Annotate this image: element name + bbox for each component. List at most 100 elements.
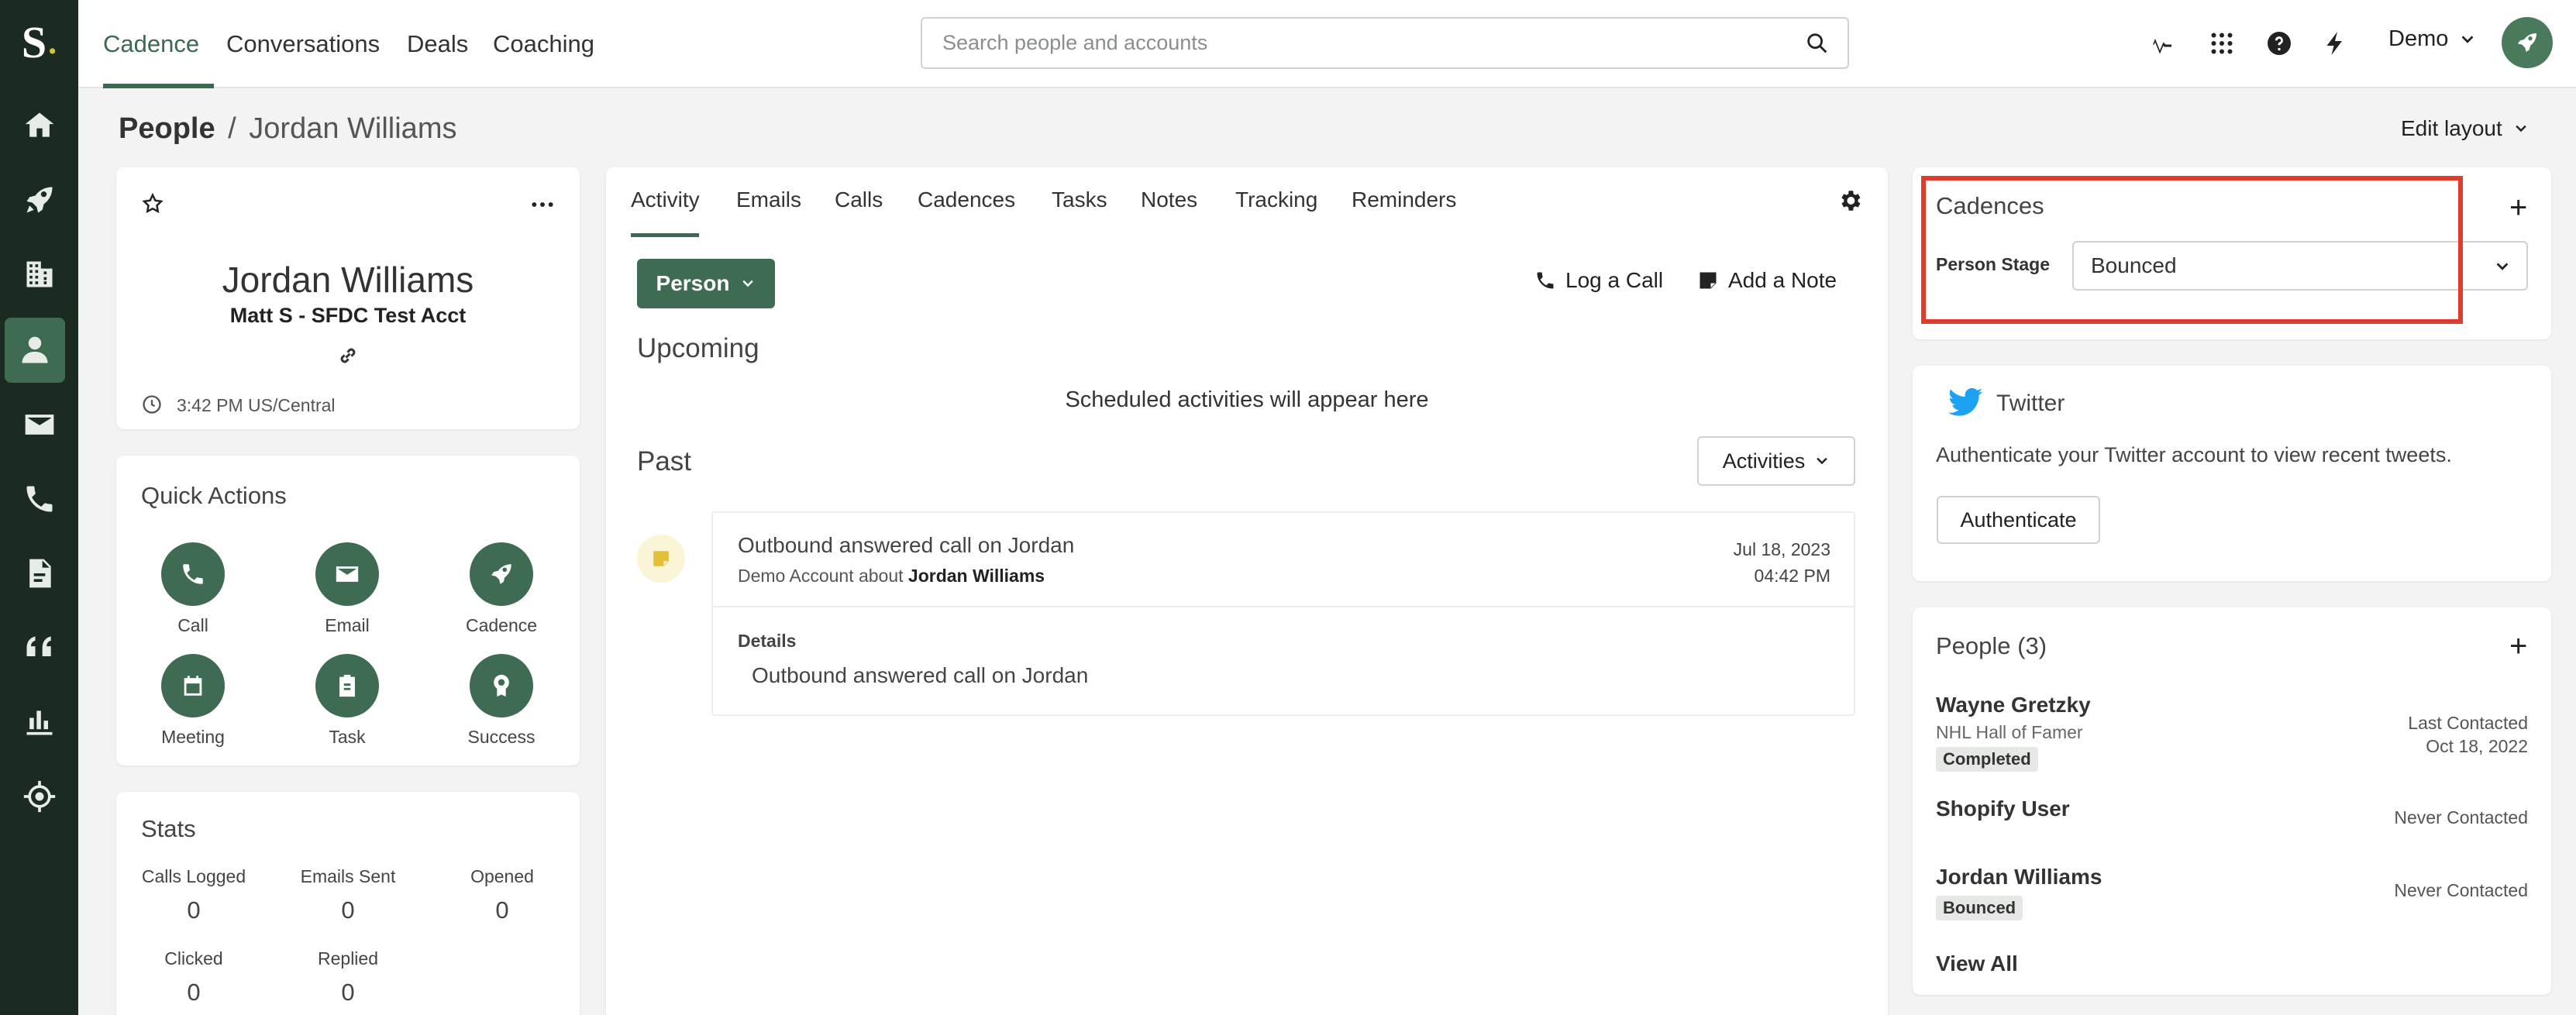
user-menu[interactable]: Demo: [2388, 26, 2476, 52]
bar-chart-icon[interactable]: [0, 690, 78, 755]
activities-filter-button[interactable]: Activities: [1697, 436, 1855, 486]
building-icon[interactable]: [0, 242, 78, 307]
tab-notes[interactable]: Notes: [1141, 188, 1197, 212]
user-label: Demo: [2388, 26, 2449, 51]
quick-action-label: Email: [325, 615, 370, 635]
launch-avatar-button[interactable]: [2502, 17, 2553, 68]
person-filter-label: Person: [656, 271, 730, 295]
help-icon[interactable]: [2259, 23, 2299, 64]
gear-icon[interactable]: [1837, 188, 1863, 214]
person-filter-button[interactable]: Person: [637, 259, 775, 308]
more-options-icon[interactable]: [530, 195, 555, 214]
log-call-button[interactable]: Log a Call: [1534, 268, 1663, 293]
person-badge: Bounced: [1936, 896, 2023, 920]
person-name: Shopify User: [1936, 797, 2070, 821]
tab-tracking[interactable]: Tracking: [1235, 188, 1317, 212]
profile-account[interactable]: Matt S - SFDC Test Acct: [116, 304, 580, 328]
search-input[interactable]: Search people and accounts: [921, 17, 1849, 69]
logo-letter: S: [21, 16, 47, 67]
nav-tab-cadence[interactable]: Cadence: [103, 0, 199, 88]
edit-layout-button[interactable]: Edit layout: [2401, 116, 2529, 141]
person-contact-date: Oct 18, 2022: [2426, 736, 2528, 756]
add-note-button[interactable]: Add a Note: [1697, 268, 1837, 293]
add-person-icon[interactable]: +: [2509, 631, 2527, 662]
link-icon[interactable]: [336, 344, 360, 367]
quick-action-success[interactable]: Success: [451, 654, 552, 748]
quick-actions-card: Quick Actions Call Email Cadence Meeting…: [116, 456, 580, 766]
activity-pulse-icon[interactable]: [2140, 23, 2180, 64]
top-bar: Cadence Conversations Deals Coaching Sea…: [78, 0, 2576, 88]
search-icon[interactable]: [1804, 30, 1830, 57]
view-all-people-link[interactable]: View All: [1936, 951, 2018, 976]
quick-action-task[interactable]: Task: [297, 654, 398, 748]
add-cadence-icon[interactable]: +: [2509, 192, 2527, 223]
clipboard-icon: [339, 674, 355, 697]
target-icon[interactable]: [0, 764, 78, 829]
quick-action-email[interactable]: Email: [297, 542, 398, 636]
activity-item[interactable]: Outbound answered call on Jordan Demo Ac…: [711, 511, 1855, 716]
person-contact-info: Last Contacted Oct 18, 2022: [2408, 711, 2528, 758]
app-logo[interactable]: S.: [0, 11, 78, 73]
stat-calls-logged: Calls Logged 0: [116, 866, 271, 924]
quick-actions-title: Quick Actions: [141, 482, 287, 509]
nav-tab-coaching[interactable]: Coaching: [493, 0, 594, 88]
document-icon[interactable]: [0, 541, 78, 606]
people-list-item[interactable]: Wayne Gretzky NHL Hall of Famer Complete…: [1936, 693, 2528, 772]
quote-icon[interactable]: [0, 615, 78, 680]
tab-reminders[interactable]: Reminders: [1352, 188, 1456, 212]
twitter-bird-icon: [1948, 387, 1983, 416]
mail-icon[interactable]: [0, 392, 78, 457]
person-contact-label: Never Contacted: [2394, 880, 2528, 900]
quick-action-call[interactable]: Call: [143, 542, 243, 636]
quick-action-meeting[interactable]: Meeting: [143, 654, 243, 748]
profile-card: Jordan Williams Matt S - SFDC Test Acct …: [116, 167, 580, 429]
people-list-item[interactable]: Shopify User Never Contacted: [1936, 797, 2528, 843]
activity-subtitle-prefix: Demo Account about: [738, 566, 904, 586]
tab-calls[interactable]: Calls: [835, 188, 883, 212]
stat-clicked: Clicked 0: [116, 948, 271, 1006]
stat-emails-sent: Emails Sent 0: [270, 866, 425, 924]
note-icon: [1700, 272, 1717, 289]
phone-icon[interactable]: [0, 466, 78, 532]
person-icon[interactable]: [5, 318, 65, 383]
stat-value: 0: [495, 896, 509, 924]
twitter-authenticate-button[interactable]: Authenticate: [1937, 496, 2100, 544]
star-icon[interactable]: [141, 192, 164, 215]
activity-time: 04:42 PM: [1754, 566, 1830, 586]
award-icon: [494, 674, 509, 697]
stat-value: 0: [187, 979, 201, 1006]
tab-tasks[interactable]: Tasks: [1052, 188, 1107, 212]
nav-tab-conversations[interactable]: Conversations: [226, 0, 380, 88]
profile-local-time: 3:42 PM US/Central: [177, 395, 336, 415]
twitter-description: Authenticate your Twitter account to vie…: [1936, 443, 2452, 466]
home-icon[interactable]: [0, 93, 78, 158]
quick-action-cadence[interactable]: Cadence: [451, 542, 552, 636]
nav-tab-deals[interactable]: Deals: [407, 0, 468, 88]
tab-emails[interactable]: Emails: [736, 188, 801, 212]
left-rail: S.: [0, 0, 78, 1015]
person-name: Wayne Gretzky: [1936, 693, 2091, 717]
tab-cadences[interactable]: Cadences: [918, 188, 1015, 212]
log-call-label: Log a Call: [1565, 268, 1664, 292]
people-list-item[interactable]: Jordan Williams Bounced Never Contacted: [1936, 865, 2528, 927]
mail-icon: [336, 566, 359, 582]
people-title: People (3): [1936, 632, 2047, 659]
stat-label: Opened: [470, 866, 534, 886]
tab-activity[interactable]: Activity: [631, 188, 700, 212]
rocket-icon[interactable]: [0, 167, 78, 232]
lightning-icon[interactable]: [2315, 23, 2355, 64]
search-placeholder: Search people and accounts: [942, 31, 1208, 54]
chevron-down-icon: [2461, 35, 2474, 43]
breadcrumb-separator: /: [228, 112, 236, 145]
stat-label: Replied: [318, 948, 378, 969]
clock-icon: [143, 395, 161, 414]
breadcrumb-root[interactable]: People: [119, 112, 215, 145]
chevron-down-icon: [742, 280, 754, 287]
activity-subtitle-person[interactable]: Jordan Williams: [908, 566, 1045, 586]
highlight-box: [1921, 176, 2463, 324]
apps-grid-icon[interactable]: [2202, 23, 2242, 64]
activities-filter-label: Activities: [1722, 449, 1806, 473]
phone-icon: [1537, 272, 1554, 289]
stat-value: 0: [341, 896, 355, 924]
tab-active-underline: [631, 233, 699, 237]
